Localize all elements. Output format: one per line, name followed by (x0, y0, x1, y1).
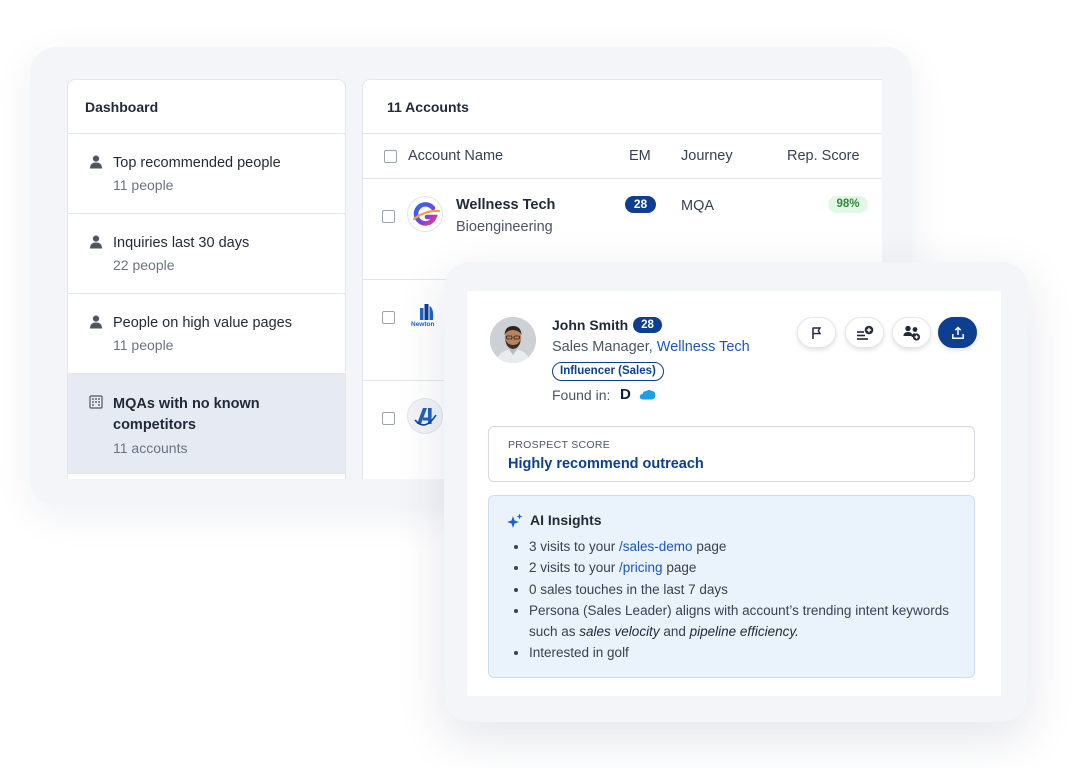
wellness-tech-logo (407, 196, 443, 232)
select-all-checkbox[interactable] (384, 150, 397, 163)
dashboard-item-count: 11 people (113, 177, 174, 193)
avatar[interactable] (490, 317, 536, 363)
accounts-title: 11 Accounts (363, 80, 882, 134)
dashboard-item-count: 22 people (113, 257, 175, 273)
dashboard-item-label: Inquiries last 30 days (113, 235, 250, 251)
newton-logo-text: Newton (411, 321, 435, 328)
dashboard-item-label: MQAs with no known competitors (113, 396, 260, 433)
salesforce-cloud-icon (639, 390, 656, 400)
sparkle-icon (507, 513, 523, 528)
column-account-name[interactable]: Account Name (408, 148, 503, 164)
row-checkbox[interactable] (382, 412, 395, 425)
row-checkbox[interactable] (382, 311, 395, 324)
account-industry: Bioengineering (456, 219, 553, 235)
source-d-letter: D (620, 386, 631, 403)
list-item: 2 visits to your /pricing page (529, 557, 955, 578)
dashboard-item-label: People on high value pages (113, 315, 292, 331)
dashboard-item-inquiries[interactable]: Inquiries last 30 days 22 people (68, 214, 345, 294)
add-to-list-button[interactable] (845, 317, 884, 348)
flag-button[interactable] (797, 317, 836, 348)
person-role: Sales Manager, Wellness Tech (552, 339, 750, 355)
found-in-label: Found in: (552, 387, 611, 403)
account-name[interactable]: Wellness Tech (456, 197, 555, 213)
add-to-list-icon (856, 325, 873, 340)
dashboard-item-top-recommended[interactable]: Top recommended people 11 people (68, 134, 345, 214)
pricing-link[interactable]: /pricing (619, 560, 663, 575)
person-title: Sales Manager, (552, 339, 653, 355)
add-contact-button[interactable] (892, 317, 931, 348)
prospect-score-box: PROSPECT SCORE Highly recommend outreach (488, 426, 975, 482)
upload-icon (951, 325, 964, 339)
dashboard-item-count: 11 people (113, 337, 174, 353)
export-button[interactable] (938, 317, 977, 348)
sales-demo-link[interactable]: /sales-demo (619, 539, 693, 554)
person-icon (90, 155, 102, 169)
ai-insights-title: AI Insights (530, 512, 602, 528)
prospect-score-label: PROSPECT SCORE (508, 439, 611, 451)
person-name[interactable]: John Smith (552, 317, 628, 333)
flag-icon (811, 326, 821, 339)
persona-tag: Influencer (Sales) (552, 362, 664, 381)
dashboard-item-label: Top recommended people (113, 155, 281, 171)
list-item: 0 sales touches in the last 7 days (529, 579, 955, 600)
list-item: Persona (Sales Leader) aligns with accou… (529, 600, 955, 643)
source-d-icon: D (620, 386, 632, 403)
dashboard-title: Dashboard (68, 80, 345, 134)
ai-insights-list: 3 visits to your /sales-demo page 2 visi… (515, 536, 955, 664)
person-em-badge: 28 (633, 317, 662, 333)
accounts-table-header: Account Name EM Journey Rep. Score (363, 134, 882, 179)
dashboard-item-mqas[interactable]: MQAs with no known competitors 11 accoun… (68, 374, 345, 474)
list-item: Interested in golf (529, 642, 955, 663)
column-rep-score[interactable]: Rep. Score (787, 148, 860, 164)
em-badge: 28 (625, 196, 656, 213)
list-item: 3 visits to your /sales-demo page (529, 536, 955, 557)
person-icon (90, 235, 102, 249)
journey-stage: MQA (681, 198, 715, 214)
prospect-score-value: Highly recommend outreach (508, 456, 704, 472)
dashboard-panel: Dashboard Top recommended people 11 peop… (67, 79, 346, 479)
column-em[interactable]: EM (629, 148, 651, 164)
dashboard-item-high-value-pages[interactable]: People on high value pages 11 people (68, 294, 345, 374)
newton-logo: Newton (410, 302, 442, 334)
person-company-link[interactable]: Wellness Tech (657, 339, 750, 355)
column-journey[interactable]: Journey (681, 148, 733, 164)
person-icon (90, 315, 102, 329)
account-logo (407, 398, 443, 434)
rep-score-badge: 98% (828, 196, 868, 213)
person-card: John Smith 28 Sales Manager, Wellness Te… (467, 291, 1001, 696)
building-icon (89, 395, 103, 409)
row-checkbox[interactable] (382, 210, 395, 223)
dashboard-item-count: 11 accounts (113, 440, 188, 456)
add-person-icon (903, 325, 920, 341)
ai-insights-box: AI Insights 3 visits to your /sales-demo… (488, 495, 975, 678)
